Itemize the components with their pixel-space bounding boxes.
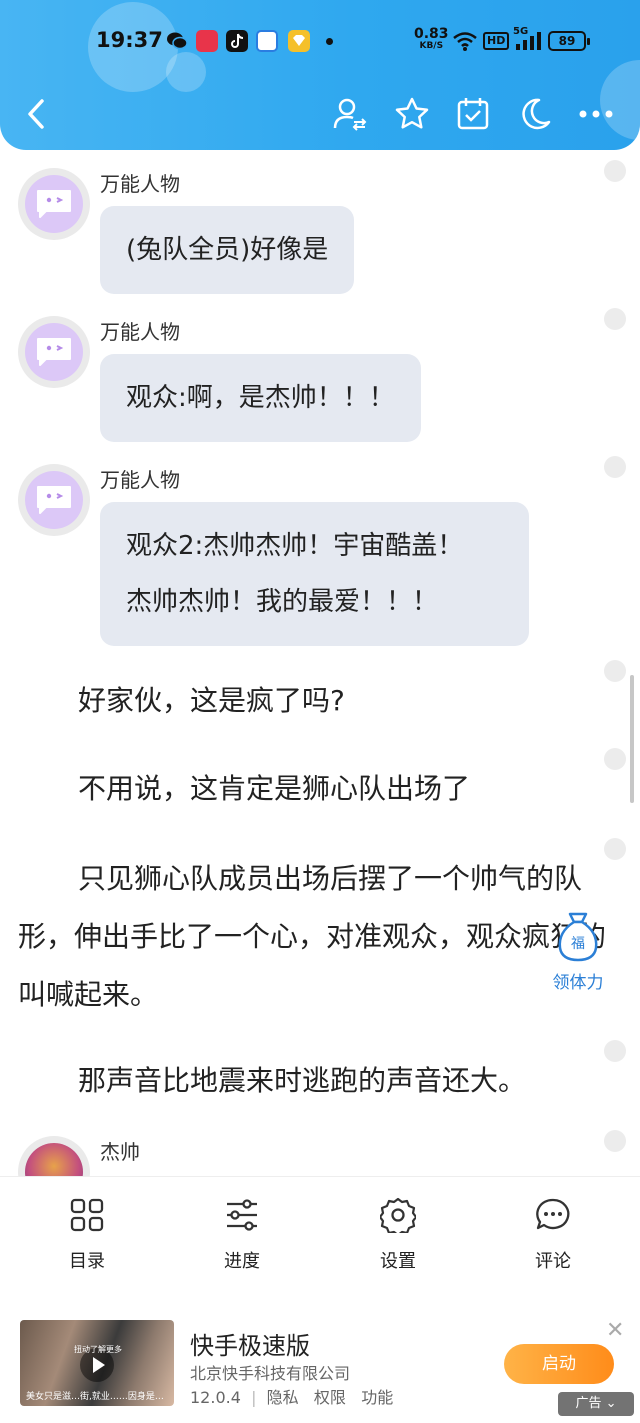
user-switch-icon xyxy=(333,98,367,131)
message-text: 观众2:杰帅杰帅！宇宙酷盖！ xyxy=(126,531,464,561)
close-icon[interactable]: ✕ xyxy=(606,1318,624,1343)
paragraph-comment-dot[interactable] xyxy=(604,308,626,330)
message-text: 杰帅杰帅！我的最爱！！！ xyxy=(126,587,439,617)
bag-icon: 福 xyxy=(558,912,598,962)
ad-thumb-caption: 美女只是滋…街,就业……因身是… xyxy=(26,1392,164,1402)
browser-icon xyxy=(256,30,278,52)
sender-name: 万能人物 xyxy=(100,172,180,196)
bottom-toolbar: 目录 进度 设置 评论 xyxy=(0,1176,640,1298)
sender-name: 万能人物 xyxy=(100,468,180,492)
ad-title: 快手极速版 xyxy=(190,1332,310,1360)
switch-role-button[interactable] xyxy=(328,92,372,136)
more-button[interactable] xyxy=(574,92,618,136)
app-icon-yellow xyxy=(288,30,310,52)
sender-name: 杰帅 xyxy=(100,1140,140,1164)
claim-energy-label: 领体力 xyxy=(552,973,604,993)
more-notifications-dot xyxy=(326,38,333,45)
avatar[interactable] xyxy=(18,168,90,240)
net-speed: 0.83 KB/S xyxy=(414,26,449,51)
story-paragraph: 只见狮心队成员出场后摆了一个帅气的队形，伸出手比了一个心，对准观众，观众疯狂的叫… xyxy=(18,862,607,1011)
paragraph-comment-dot[interactable] xyxy=(604,456,626,478)
paragraph-comment-dot[interactable] xyxy=(604,660,626,682)
ad-banner[interactable]: 扭动了解更多 美女只是滋…街,就业……因身是… 快手极速版 北京快手科技有限公司… xyxy=(0,1298,640,1423)
toolbar-settings[interactable]: 设置 xyxy=(348,1197,448,1273)
reader-content[interactable]: 万能人物 (兔队全员)好像是 万能人物 观众:啊，是杰帅！！！ 万能人物 观众2… xyxy=(0,150,640,1176)
toolbar-progress[interactable]: 进度 xyxy=(192,1197,292,1273)
app-icon-red xyxy=(196,30,218,52)
toolbar-label: 进度 xyxy=(224,1251,260,1272)
chevron-left-icon xyxy=(28,99,44,129)
avatar[interactable] xyxy=(18,1136,90,1176)
comment-icon xyxy=(536,1198,570,1230)
toolbar-label: 评论 xyxy=(535,1251,571,1272)
ad-meta: 12.0.4 | 隐私 权限 功能 xyxy=(190,1388,394,1407)
grid-icon xyxy=(70,1198,104,1232)
favorite-button[interactable] xyxy=(390,92,434,136)
story-paragraph: 好家伙，这是疯了吗? xyxy=(78,684,345,717)
avatar[interactable] xyxy=(18,464,90,536)
toolbar-comments[interactable]: 评论 xyxy=(503,1197,603,1273)
paragraph-comment-dot[interactable] xyxy=(604,160,626,182)
ad-thumbnail[interactable]: 扭动了解更多 美女只是滋…街,就业……因身是… xyxy=(20,1320,174,1406)
toolbar-label: 设置 xyxy=(380,1251,416,1272)
paragraph-comment-dot[interactable] xyxy=(604,748,626,770)
paragraph-comment-dot[interactable] xyxy=(604,1040,626,1062)
message-text: 观众:啊，是杰帅！！！ xyxy=(126,383,395,413)
more-icon xyxy=(579,110,613,118)
paragraph-comment-dot[interactable] xyxy=(604,1130,626,1152)
night-mode-button[interactable] xyxy=(513,92,557,136)
wechat-icon xyxy=(166,30,188,52)
top-bar: 19:37 0.83 KB/S HD 5G 89 xyxy=(0,0,640,150)
story-paragraph: 那声音比地震来时逃跑的声音还大。 xyxy=(78,1064,527,1097)
story-paragraph: 不用说，这肯定是狮心队出场了 xyxy=(78,772,471,805)
ad-tag[interactable]: 广告 ⌄ xyxy=(558,1392,634,1416)
paragraph-comment-dot[interactable] xyxy=(604,838,626,860)
star-icon xyxy=(395,97,429,129)
battery-indicator: 89 xyxy=(548,31,590,51)
gear-icon xyxy=(378,1197,418,1237)
douyin-icon xyxy=(226,30,248,52)
toolbar-label: 目录 xyxy=(69,1251,105,1272)
back-button[interactable] xyxy=(14,92,58,136)
reader-header xyxy=(0,88,640,144)
status-time: 19:37 xyxy=(96,28,163,52)
sender-name: 万能人物 xyxy=(100,320,180,344)
message-text: (兔队全员)好像是 xyxy=(126,235,329,265)
ad-link-permissions[interactable]: 权限 xyxy=(314,1388,346,1407)
ad-tag-label: 广告 xyxy=(575,1396,602,1411)
moon-icon xyxy=(522,98,551,130)
bag-badge: 福 xyxy=(571,936,585,952)
status-bar: 19:37 0.83 KB/S HD 5G 89 xyxy=(0,22,640,62)
ad-link-privacy[interactable]: 隐私 xyxy=(267,1388,299,1407)
sliders-icon xyxy=(227,1199,257,1231)
claim-energy-button[interactable]: 福 领体力 xyxy=(546,910,610,993)
ad-thumb-overlay: 扭动了解更多 xyxy=(74,1345,122,1354)
ad-version: 12.0.4 xyxy=(190,1388,241,1407)
scrollbar[interactable] xyxy=(630,675,634,803)
chat-bubble-face-icon xyxy=(37,190,71,218)
ad-launch-button[interactable]: 启动 xyxy=(504,1344,614,1384)
toolbar-catalog[interactable]: 目录 xyxy=(37,1197,137,1273)
ad-company: 北京快手科技有限公司 xyxy=(190,1364,351,1383)
chat-bubble-face-icon xyxy=(37,338,71,366)
hd-badge: HD xyxy=(483,32,510,50)
avatar[interactable] xyxy=(18,316,90,388)
message-bubble[interactable]: (兔队全员)好像是 xyxy=(100,206,355,294)
signal-icon xyxy=(514,30,542,56)
chat-bubble-face-icon xyxy=(37,486,71,514)
ad-link-features[interactable]: 功能 xyxy=(361,1388,393,1407)
checkin-button[interactable] xyxy=(451,92,495,136)
message-bubble[interactable]: 观众2:杰帅杰帅！宇宙酷盖！ 杰帅杰帅！我的最爱！！！ xyxy=(100,502,530,646)
wifi-icon xyxy=(452,30,478,56)
calendar-check-icon xyxy=(457,98,489,130)
message-bubble[interactable]: 观众:啊，是杰帅！！！ xyxy=(100,354,421,442)
